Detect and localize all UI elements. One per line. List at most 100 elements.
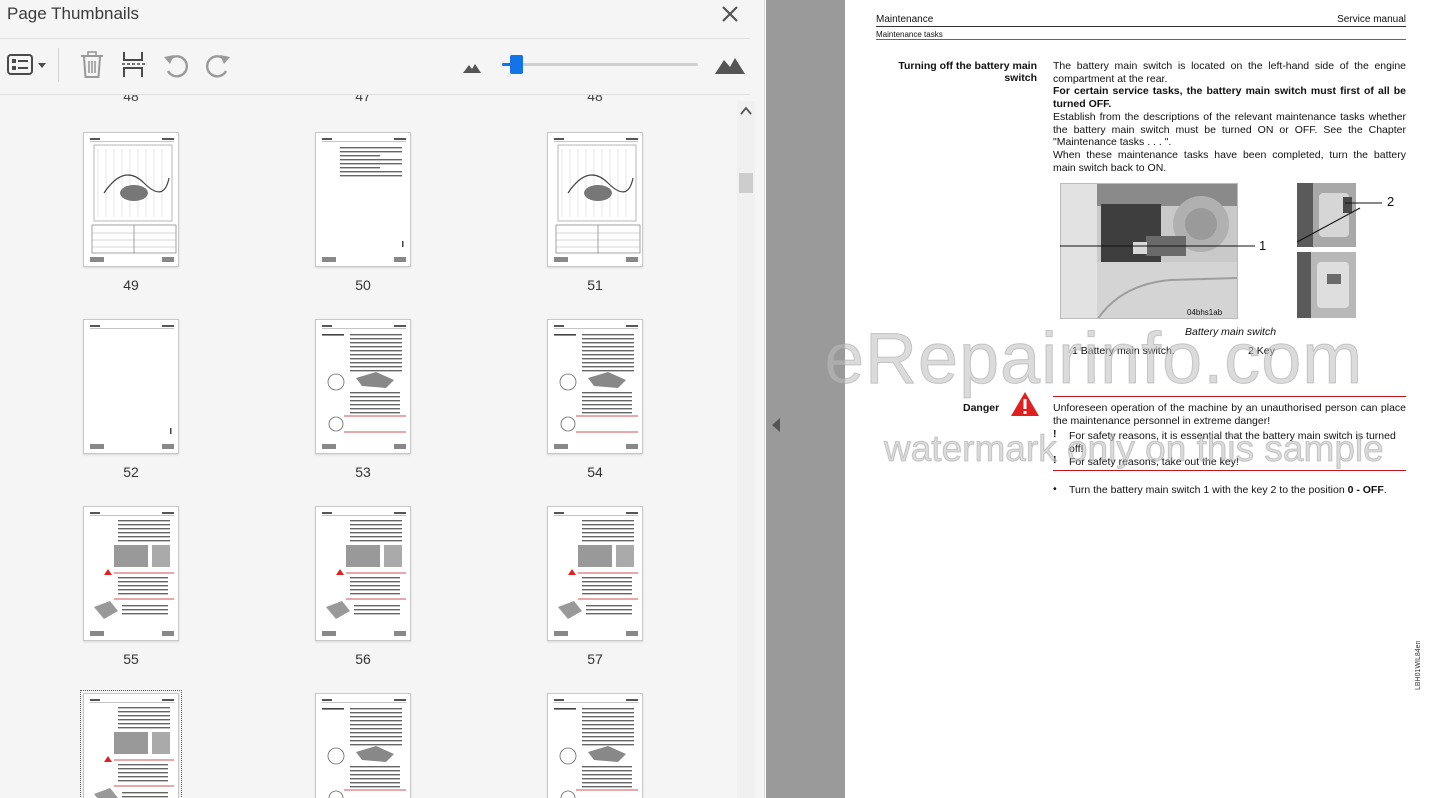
section-heading-line: switch xyxy=(1004,72,1037,85)
options-menu-button[interactable] xyxy=(6,50,48,80)
page-number-label: 48 xyxy=(123,95,139,104)
text-span: 0 - OFF xyxy=(1347,484,1384,496)
close-icon xyxy=(722,6,738,22)
danger-text: Unforeseen operation of the machine by a… xyxy=(1053,402,1406,427)
paragraph-completed: When these maintenance tasks have been c… xyxy=(1053,149,1406,174)
text-line: the maintenance personnel in extreme dan… xyxy=(1053,414,1271,427)
page-thumbnail[interactable] xyxy=(315,319,411,454)
page-number-label: 53 xyxy=(355,464,371,480)
insert-pages-icon xyxy=(122,52,146,77)
page-thumbnail[interactable] xyxy=(315,693,411,798)
app-window: Page Thumbnails 48 47 48 49 50 51 52 53 … xyxy=(0,0,1445,798)
header-right: Service manual xyxy=(1337,14,1406,25)
page-number-label: 50 xyxy=(355,277,371,293)
document-code: LBH01WIL84en xyxy=(1415,640,1422,690)
rotate-right-button[interactable] xyxy=(204,50,232,80)
thumbnail-preview xyxy=(90,699,174,798)
page-number-label: 49 xyxy=(123,277,139,293)
close-panel-button[interactable] xyxy=(718,2,742,26)
thumbnails-scrollbar[interactable] xyxy=(737,101,755,798)
paragraph-location: The battery main switch is located on th… xyxy=(1053,60,1406,85)
text-line: the battery main switch must be turned O… xyxy=(1053,123,1406,136)
paragraph-warning: For certain service tasks, the battery m… xyxy=(1053,85,1406,110)
thumbnail-grid: 48 47 48 49 50 51 52 53 54 55 56 57 xyxy=(0,95,736,798)
page-thumbnail[interactable] xyxy=(315,506,411,641)
header-rule xyxy=(876,39,1406,40)
page-number-label: 48 xyxy=(587,95,603,104)
thumbnail-preview xyxy=(322,699,406,798)
small-mountain-icon xyxy=(463,64,481,73)
danger-rule-bottom xyxy=(1053,470,1406,471)
section-heading: Turning off the battery main switch xyxy=(875,60,1037,85)
page-number-label: 51 xyxy=(587,277,603,293)
text-line: turned OFF. xyxy=(1053,97,1112,110)
zoom-out-thumbnails-button[interactable] xyxy=(462,50,482,80)
bullet-symbol: • xyxy=(1053,483,1057,495)
watermark-title: eRepairinfo.com xyxy=(823,319,1364,400)
page-thumbnail[interactable] xyxy=(547,132,643,267)
panel-title: Page Thumbnails xyxy=(7,4,139,23)
zoom-in-thumbnails-button[interactable] xyxy=(714,50,746,80)
watermark-subtitle: watermark only on this sample xyxy=(884,428,1385,470)
page-number-label: 47 xyxy=(355,95,371,104)
page-number-label: 54 xyxy=(587,464,603,480)
rotate-left-button[interactable] xyxy=(162,50,190,80)
thumbnail-preview xyxy=(322,325,406,449)
text-line: Unforeseen operation of the machine by a… xyxy=(1053,402,1406,414)
danger-label: Danger xyxy=(963,402,1000,414)
page-thumbnail[interactable] xyxy=(83,132,179,267)
text-line: "Maintenance tasks . . . ". xyxy=(1053,136,1172,149)
rotate-right-icon xyxy=(205,55,230,78)
thumbnail-preview xyxy=(554,138,641,262)
text-line: For certain service tasks, the battery m… xyxy=(1053,85,1406,97)
page-thumbnail[interactable] xyxy=(83,319,179,454)
thumbnail-preview xyxy=(322,138,406,262)
bullet-instruction: Turn the battery main switch 1 with the … xyxy=(1069,484,1406,497)
section-heading-line: Turning off the battery main xyxy=(898,60,1037,72)
page-number-label: 55 xyxy=(123,651,139,667)
thumbnail-preview xyxy=(90,325,174,449)
callout-2: 2 xyxy=(1387,194,1395,209)
trash-icon xyxy=(81,51,103,78)
divider xyxy=(0,38,750,39)
page-thumbnail[interactable] xyxy=(83,506,179,641)
list-options-icon xyxy=(7,54,46,75)
thumbnail-preview xyxy=(90,512,174,636)
page-thumbnail[interactable] xyxy=(547,506,643,641)
text-line: main switch back to ON. xyxy=(1053,161,1167,174)
callout-lines xyxy=(1060,202,1382,247)
thumbnail-preview xyxy=(322,512,406,636)
switch-off-photo xyxy=(1297,252,1356,318)
page-thumbnail[interactable] xyxy=(547,319,643,454)
scroll-up-icon[interactable] xyxy=(739,105,753,117)
text-line: When these maintenance tasks have been c… xyxy=(1053,149,1406,161)
header-rule xyxy=(876,26,1406,27)
text-line: Establish from the descriptions of the r… xyxy=(1053,111,1406,123)
header-left: Maintenance xyxy=(876,14,934,25)
text-line: compartment at the rear. xyxy=(1053,72,1168,85)
slider-handle[interactable] xyxy=(509,55,523,74)
scrollbar-thumb[interactable] xyxy=(739,173,753,193)
insert-pages-button[interactable] xyxy=(120,50,148,80)
page-number-label: 56 xyxy=(355,651,371,667)
thumbnail-preview xyxy=(554,512,638,636)
toolbar-divider xyxy=(58,48,59,82)
thumbnail-preview xyxy=(90,138,177,262)
collapse-panel-icon[interactable] xyxy=(771,417,781,433)
page-thumbnail[interactable] xyxy=(80,690,182,798)
text-span: Turn the battery main switch 1 with the … xyxy=(1069,484,1348,496)
paragraph-establish: Establish from the descriptions of the r… xyxy=(1053,111,1406,149)
thumbnail-preview xyxy=(554,699,638,798)
thumbnails-panel: Page Thumbnails 48 47 48 49 50 51 52 53 … xyxy=(0,0,765,798)
thumbnail-preview xyxy=(554,325,638,449)
delete-pages-button[interactable] xyxy=(78,50,106,80)
text-line: The battery main switch is located on th… xyxy=(1053,60,1406,72)
rotate-left-icon xyxy=(164,55,189,78)
page-thumbnail[interactable] xyxy=(315,132,411,267)
thumbnail-size-slider[interactable] xyxy=(502,63,698,66)
large-mountain-icon xyxy=(715,58,745,74)
text-span: . xyxy=(1383,484,1387,496)
thumbnails-toolbar xyxy=(0,40,765,92)
page-thumbnail[interactable] xyxy=(547,693,643,798)
callout-1: 1 xyxy=(1259,238,1267,253)
